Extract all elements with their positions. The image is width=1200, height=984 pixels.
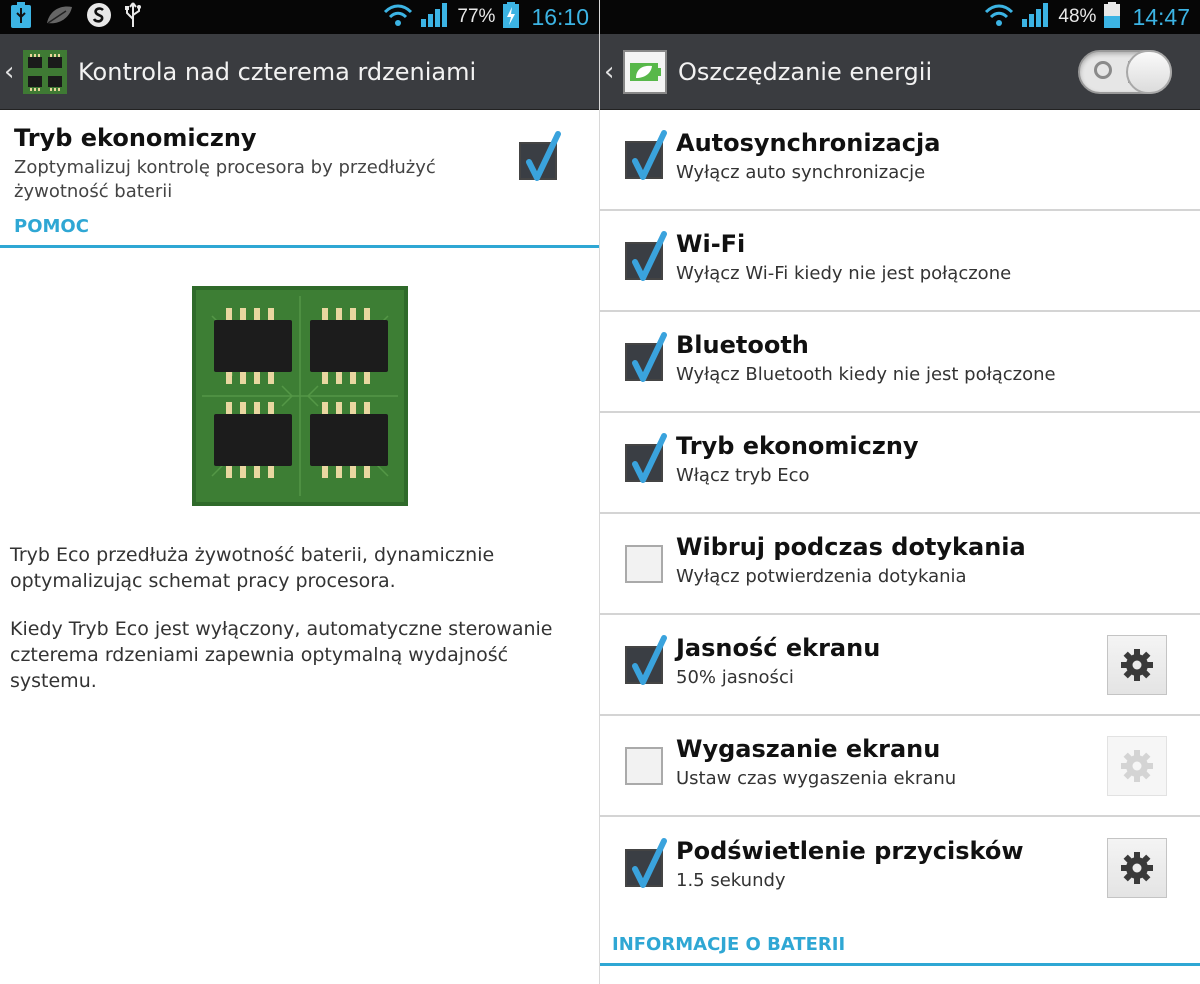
list-item-key-backlight[interactable]: Podświetlenie przycisków 1.5 sekundy	[600, 817, 1200, 918]
checkmark-icon	[632, 837, 667, 888]
checkmark-icon	[632, 432, 667, 483]
notification-icons	[10, 1, 383, 33]
battery-charging-icon	[502, 1, 520, 33]
item-title: Wi-Fi	[676, 230, 746, 258]
system-icons: 48% 14:47	[984, 1, 1190, 33]
system-icons: 77% 16:10	[383, 1, 589, 33]
signal-icon	[1021, 2, 1051, 32]
chip-illustration	[0, 286, 599, 506]
screen-timeout-settings-button	[1107, 735, 1167, 796]
help-paragraph-1: Tryb Eco przedłuża żywotność baterii, dy…	[10, 544, 495, 592]
battery-icon	[1103, 1, 1121, 33]
usb-icon	[124, 1, 142, 33]
list-item-bluetooth[interactable]: Bluetooth Wyłącz Bluetooth kiedy nie jes…	[600, 312, 1200, 413]
eco-mode-setting[interactable]: Tryb ekonomiczny Zoptymalizuj kontrolę p…	[0, 110, 599, 214]
autosync-checkbox[interactable]	[625, 129, 667, 180]
item-title: Wygaszanie ekranu	[676, 735, 941, 763]
power-saving-list: Autosynchronizacja Wyłącz auto synchroni…	[600, 110, 1200, 918]
item-title: Podświetlenie przycisków	[676, 837, 1024, 865]
page-title: Kontrola nad czterema rdzeniami	[78, 57, 477, 86]
eco-mode-subtitle: Zoptymalizuj kontrolę procesora by przed…	[14, 157, 436, 202]
power-saving-toggle[interactable]	[1078, 49, 1172, 94]
battery-percent: 48%	[1058, 6, 1097, 27]
help-paragraph-2: Kiedy Tryb Eco jest wyłączony, automatyc…	[10, 618, 553, 692]
gear-icon	[1121, 648, 1153, 681]
leaf-icon	[44, 3, 74, 31]
list-item-wifi[interactable]: Wi-Fi Wyłącz Wi-Fi kiedy nie jest połącz…	[600, 211, 1200, 312]
battery-percent: 77%	[457, 6, 496, 27]
signal-icon	[420, 2, 450, 32]
list-item-autosync[interactable]: Autosynchronizacja Wyłącz auto synchroni…	[600, 110, 1200, 211]
toggle-knob[interactable]	[1126, 49, 1172, 94]
list-item-brightness[interactable]: Jasność ekranu 50% jasności	[600, 615, 1200, 716]
item-subtitle: 50% jasności	[676, 667, 794, 688]
wifi-icon	[984, 3, 1014, 31]
wifi-checkbox[interactable]	[625, 230, 667, 281]
list-item-screen-timeout[interactable]: Wygaszanie ekranu Ustaw czas wygaszenia …	[600, 716, 1200, 817]
help-description: Tryb Eco przedłuża żywotność baterii, dy…	[0, 542, 599, 694]
item-title: Bluetooth	[676, 331, 809, 359]
list-item-eco-mode[interactable]: Tryb ekonomiczny Włącz tryb Eco	[600, 413, 1200, 514]
item-subtitle: Wyłącz potwierdzenia dotykania	[676, 566, 967, 587]
page-title: Oszczędzanie energii	[678, 57, 933, 86]
help-section-header: POMOC	[0, 214, 599, 248]
quad-core-screen: 77% 16:10 ‹ Kontrola nad czterema rdzeni…	[0, 0, 600, 984]
item-title: Tryb ekonomiczny	[676, 432, 919, 460]
eco-mode-text: Tryb ekonomiczny Zoptymalizuj kontrolę p…	[14, 124, 519, 204]
eco-mode-checkbox[interactable]	[625, 432, 667, 483]
eco-mode-title: Tryb ekonomiczny	[14, 124, 257, 152]
usb-debug-icon	[10, 1, 32, 33]
wifi-icon	[383, 3, 413, 31]
key-backlight-checkbox[interactable]	[625, 837, 667, 888]
quad-core-chip-icon	[191, 286, 408, 506]
item-subtitle: Wyłącz Bluetooth kiedy nie jest połączon…	[676, 364, 1056, 385]
s-icon	[86, 2, 112, 32]
checkmark-icon	[526, 131, 561, 181]
battery-info-section-header: INFORMACJE O BATERII	[600, 932, 1200, 966]
eco-mode-checkbox[interactable]	[519, 131, 561, 181]
action-bar: ‹ Oszczędzanie energii	[600, 34, 1200, 110]
gear-icon	[1121, 749, 1153, 782]
action-bar: ‹ Kontrola nad czterema rdzeniami	[0, 34, 599, 110]
checkmark-icon	[632, 230, 667, 281]
checkmark-icon	[632, 634, 667, 685]
checkmark-icon	[632, 331, 667, 382]
status-bar: 48% 14:47	[600, 0, 1200, 34]
screens: 77% 16:10 ‹ Kontrola nad czterema rdzeni…	[0, 0, 1200, 984]
back-chevron-icon[interactable]: ‹	[4, 57, 20, 87]
item-title: Autosynchronizacja	[676, 129, 941, 157]
item-subtitle: Ustaw czas wygaszenia ekranu	[676, 768, 957, 789]
brightness-settings-button[interactable]	[1107, 634, 1167, 695]
item-subtitle: Wyłącz Wi-Fi kiedy nie jest połączone	[676, 263, 1012, 284]
screen-timeout-checkbox[interactable]	[625, 746, 663, 785]
toggle-off-icon	[1094, 60, 1112, 79]
power-saving-icon[interactable]	[622, 49, 668, 95]
item-subtitle: Wyłącz auto synchronizacje	[676, 162, 926, 183]
item-subtitle: Włącz tryb Eco	[676, 465, 810, 486]
checkmark-icon	[632, 129, 667, 180]
clock: 16:10	[531, 3, 589, 30]
back-chevron-icon[interactable]: ‹	[604, 57, 620, 87]
key-backlight-settings-button[interactable]	[1107, 837, 1167, 898]
brightness-checkbox[interactable]	[625, 634, 667, 685]
gear-icon	[1121, 851, 1153, 884]
clock: 14:47	[1132, 3, 1190, 30]
power-saving-screen: 48% 14:47 ‹ Oszczędzanie energii Autosyn…	[600, 0, 1200, 984]
status-bar: 77% 16:10	[0, 0, 599, 34]
quad-core-icon[interactable]	[22, 49, 68, 95]
list-item-vibrate[interactable]: Wibruj podczas dotykania Wyłącz potwierd…	[600, 514, 1200, 615]
bluetooth-checkbox[interactable]	[625, 331, 667, 382]
vibrate-checkbox[interactable]	[625, 544, 663, 583]
item-title: Wibruj podczas dotykania	[676, 533, 1026, 561]
item-subtitle: 1.5 sekundy	[676, 870, 786, 891]
item-title: Jasność ekranu	[676, 634, 881, 662]
